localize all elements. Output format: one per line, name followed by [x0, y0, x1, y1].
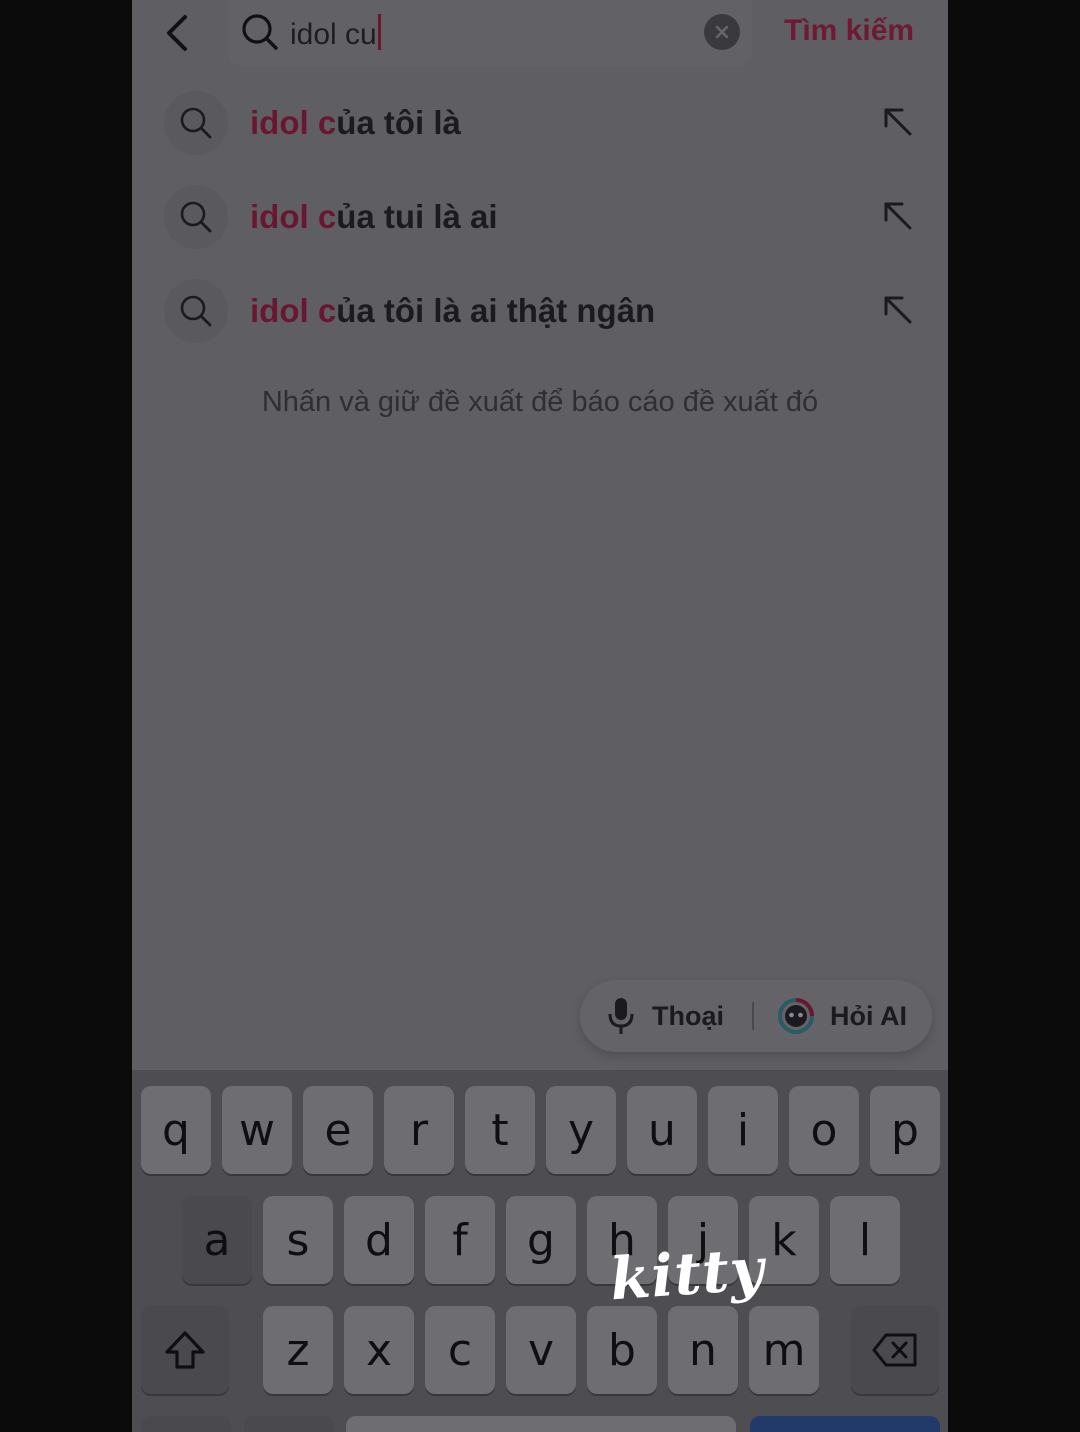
pill-divider: [752, 1002, 754, 1030]
suggestion-item[interactable]: idol của tui là ai: [132, 178, 948, 258]
on-screen-keyboard: q w e r t y u i o p a s d f g h j k l z …: [132, 1070, 948, 1432]
key[interactable]: f: [425, 1196, 495, 1284]
emoji-key[interactable]: [244, 1416, 334, 1432]
key[interactable]: c: [425, 1306, 495, 1394]
report-hint-text: Nhấn và giữ đề xuất để báo cáo đề xuất đ…: [261, 386, 819, 418]
backspace-icon: [872, 1333, 917, 1367]
search-key[interactable]: [750, 1416, 940, 1432]
search-icon: [180, 201, 212, 233]
shift-icon: [165, 1331, 205, 1369]
suggestion-match: idol c: [250, 292, 337, 329]
text-caret: [377, 14, 381, 50]
fill-query-arrow-icon[interactable]: [880, 198, 916, 234]
search-icon: [242, 14, 278, 50]
ai-label: Hỏi AI: [830, 1000, 907, 1031]
key[interactable]: s: [263, 1196, 333, 1284]
key[interactable]: i: [708, 1086, 778, 1174]
search-input[interactable]: idol cu: [290, 14, 381, 52]
space-key[interactable]: [346, 1416, 736, 1432]
key[interactable]: y: [546, 1086, 616, 1174]
voice-search-button[interactable]: Thoại: [606, 994, 724, 1038]
search-submit-button[interactable]: Tìm kiếm: [784, 14, 914, 48]
suggestion-label: idol của tui là ai: [250, 198, 498, 236]
key[interactable]: g: [506, 1196, 576, 1284]
microphone-icon: [608, 998, 634, 1034]
ask-ai-button[interactable]: Hỏi AI: [776, 994, 907, 1038]
numbers-key[interactable]: [141, 1416, 231, 1432]
suggestion-search-icon-wrap: [164, 185, 228, 249]
suggestion-rest: ủa tui là ai: [336, 198, 498, 235]
suggestion-match: idol c: [250, 198, 337, 235]
fill-query-arrow-icon[interactable]: [880, 104, 916, 140]
suggestion-item[interactable]: idol của tôi là: [132, 84, 948, 164]
back-button[interactable]: [156, 8, 200, 58]
suggestion-search-icon-wrap: [164, 91, 228, 155]
key[interactable]: q: [141, 1086, 211, 1174]
suggestion-search-icon-wrap: [164, 279, 228, 343]
key[interactable]: n: [668, 1306, 738, 1394]
watermark-text: kitty: [607, 1234, 767, 1314]
key[interactable]: z: [263, 1306, 333, 1394]
suggestion-rest: ủa tôi là: [336, 104, 461, 141]
suggestion-item[interactable]: idol của tôi là ai thật ngân: [132, 272, 948, 352]
key[interactable]: l: [830, 1196, 900, 1284]
key[interactable]: r: [384, 1086, 454, 1174]
shift-key[interactable]: [141, 1306, 229, 1394]
voice-ai-actions: Thoại Hỏi AI: [580, 980, 932, 1052]
suggestion-label: idol của tôi là: [250, 104, 461, 142]
search-screen: idol cu Tìm kiếm idol của tôi là idol củ…: [132, 0, 948, 1432]
suggestion-match: idol c: [250, 104, 337, 141]
key[interactable]: e: [303, 1086, 373, 1174]
voice-label: Thoại: [652, 1000, 724, 1031]
key[interactable]: a: [182, 1196, 252, 1284]
chevron-left-icon: [167, 15, 187, 51]
key[interactable]: x: [344, 1306, 414, 1394]
search-query-text: idol cu: [290, 18, 377, 51]
key[interactable]: w: [222, 1086, 292, 1174]
search-icon: [180, 107, 212, 139]
clear-search-button[interactable]: [704, 14, 740, 50]
close-icon: [715, 25, 729, 39]
key[interactable]: t: [465, 1086, 535, 1174]
ai-assistant-icon: [778, 998, 814, 1034]
key[interactable]: m: [749, 1306, 819, 1394]
search-bar[interactable]: idol cu: [228, 0, 752, 66]
key[interactable]: p: [870, 1086, 940, 1174]
key[interactable]: d: [344, 1196, 414, 1284]
suggestion-label: idol của tôi là ai thật ngân: [250, 292, 655, 330]
key[interactable]: o: [789, 1086, 859, 1174]
fill-query-arrow-icon[interactable]: [880, 292, 916, 328]
backspace-key[interactable]: [851, 1306, 939, 1394]
search-icon: [180, 295, 212, 327]
key[interactable]: u: [627, 1086, 697, 1174]
key[interactable]: b: [587, 1306, 657, 1394]
suggestion-rest: ủa tôi là ai thật ngân: [336, 292, 656, 329]
key[interactable]: v: [506, 1306, 576, 1394]
